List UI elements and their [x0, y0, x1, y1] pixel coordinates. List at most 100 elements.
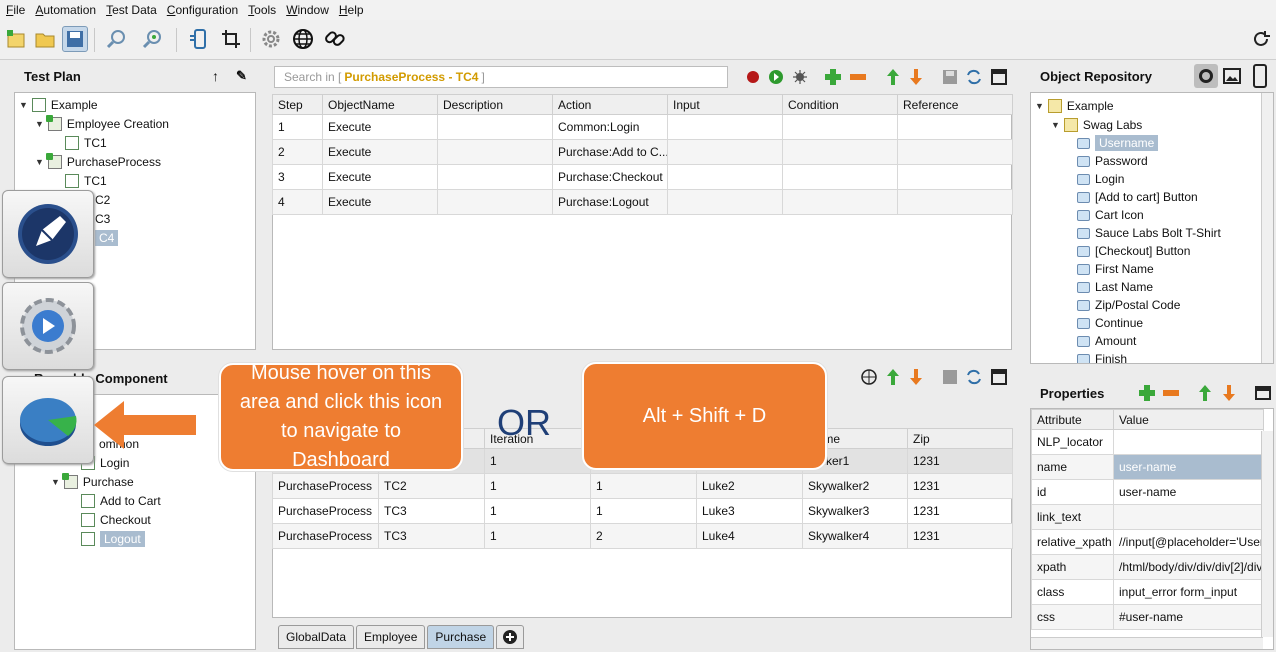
td-move-down-icon[interactable] — [907, 368, 925, 386]
table-row[interactable]: 4 Execute Purchase:Logout — [272, 189, 1013, 215]
image-object-icon[interactable] — [1222, 66, 1242, 86]
prop-down-icon[interactable] — [1220, 384, 1238, 402]
col-input[interactable]: Input — [667, 94, 783, 115]
menu-automation[interactable]: Automation — [35, 3, 96, 17]
col-zip[interactable]: Zip — [907, 428, 1013, 449]
table-row[interactable]: PurchaseProcess TC2 1 1 Luke2 Skywalker2 1231 — [272, 473, 1013, 499]
repo-item-bolt-shirt[interactable]: Sauce Labs Bolt T-Shirt — [1077, 224, 1221, 242]
maximize-icon[interactable] — [990, 68, 1008, 86]
add-step-icon[interactable] — [824, 68, 842, 86]
td-reload-icon[interactable] — [965, 368, 983, 386]
tree-node-tc1-purchase[interactable]: TC1 — [65, 172, 107, 190]
search-input[interactable]: Search in [PurchaseProcess - TC4] — [274, 66, 728, 88]
repo-item-password[interactable]: Password — [1077, 152, 1148, 170]
move-down-icon[interactable] — [907, 68, 925, 86]
table-row[interactable]: class input_error form_input — [1031, 579, 1264, 605]
repo-item-login[interactable]: Login — [1077, 170, 1124, 188]
tree-node-purchaseprocess[interactable]: ▼ PurchaseProcess — [35, 153, 161, 171]
tree-node-tc2[interactable]: C2 — [95, 191, 110, 209]
td-maximize-icon[interactable] — [990, 368, 1008, 386]
tree-node-add-to-cart[interactable]: Add to Cart — [81, 492, 161, 510]
td-move-up-icon[interactable] — [884, 368, 902, 386]
col-action[interactable]: Action — [552, 94, 668, 115]
record-icon[interactable] — [744, 68, 762, 86]
repo-item-username[interactable]: Username — [1077, 134, 1159, 152]
remove-property-icon[interactable] — [1162, 384, 1180, 402]
tree-node-tc3[interactable]: C3 — [95, 210, 110, 228]
col-step[interactable]: Step — [272, 94, 323, 115]
table-row[interactable]: 2 Execute Purchase:Add to C... — [272, 139, 1013, 165]
td-save-icon[interactable] — [941, 368, 959, 386]
menu-tools[interactable]: Tools — [248, 3, 276, 17]
repo-node-example[interactable]: ▼ Example — [1035, 97, 1114, 115]
tree-node-purchase[interactable]: ▼ Purchase — [51, 473, 134, 491]
repo-item-finish[interactable]: Finish — [1077, 350, 1127, 363]
col-condition[interactable]: Condition — [782, 94, 898, 115]
prop-up-icon[interactable] — [1196, 384, 1214, 402]
tree-node-tc4[interactable]: C4 — [95, 229, 119, 247]
dashboard-launcher-button[interactable] — [2, 376, 94, 464]
table-row[interactable]: NLP_locator — [1031, 429, 1264, 455]
repo-scrollbar[interactable] — [1261, 93, 1273, 363]
execution-launcher-button[interactable] — [2, 282, 94, 370]
repo-item-checkout[interactable]: [Checkout] Button — [1077, 242, 1190, 260]
table-row[interactable]: 3 Execute Purchase:Checkout — [272, 164, 1013, 190]
search-icon[interactable] — [104, 26, 130, 52]
properties-hscrollbar[interactable] — [1031, 637, 1263, 649]
design-launcher-button[interactable] — [2, 190, 94, 278]
refresh-icon[interactable] — [1248, 26, 1274, 52]
spy-icon[interactable] — [140, 26, 166, 52]
table-row[interactable]: link_text — [1031, 504, 1264, 530]
save-project-icon[interactable] — [62, 26, 88, 52]
table-row[interactable]: css #user-name — [1031, 604, 1264, 630]
prop-menu-icon[interactable] — [1254, 384, 1272, 402]
table-row[interactable]: id user-name — [1031, 479, 1264, 505]
tab-purchase[interactable]: Purchase — [427, 625, 495, 649]
repo-item-cart-icon[interactable]: Cart Icon — [1077, 206, 1144, 224]
table-row[interactable]: 1 Execute Common:Login — [272, 114, 1013, 140]
open-project-icon[interactable] — [32, 26, 58, 52]
tree-node-logout[interactable]: Logout — [81, 530, 145, 548]
link-icon[interactable] — [322, 26, 348, 52]
move-up-icon[interactable] — [884, 68, 902, 86]
menu-help[interactable]: Help — [339, 3, 364, 17]
globe-icon[interactable] — [290, 26, 316, 52]
add-tab-button[interactable] — [496, 625, 525, 649]
repo-item-add-to-cart[interactable]: [Add to cart] Button — [1077, 188, 1198, 206]
repo-item-continue[interactable]: Continue — [1077, 314, 1143, 332]
reload-icon[interactable] — [965, 68, 983, 86]
repo-node-swag-labs[interactable]: ▼ Swag Labs — [1051, 116, 1142, 134]
properties-scrollbar[interactable] — [1261, 431, 1273, 637]
save-icon[interactable] — [941, 68, 959, 86]
tab-globaldata[interactable]: GlobalData — [278, 625, 355, 649]
arrow-up-icon[interactable]: ↑ — [212, 68, 219, 84]
tab-employee[interactable]: Employee — [356, 625, 426, 649]
repo-item-amount[interactable]: Amount — [1077, 332, 1136, 350]
menu-window[interactable]: Window — [286, 3, 329, 17]
menu-file[interactable]: File — [6, 3, 25, 17]
gear-icon[interactable] — [258, 26, 284, 52]
menu-test-data[interactable]: Test Data — [106, 3, 157, 17]
web-object-icon[interactable] — [1194, 64, 1218, 88]
menu-configuration[interactable]: Configuration — [167, 3, 238, 17]
repo-item-last-name[interactable]: Last Name — [1077, 278, 1153, 296]
play-icon[interactable] — [767, 68, 785, 86]
remove-step-icon[interactable] — [849, 68, 867, 86]
col-description[interactable]: Description — [437, 94, 553, 115]
col-objectname[interactable]: ObjectName — [322, 94, 438, 115]
globe-small-icon[interactable] — [860, 368, 878, 386]
table-row[interactable]: PurchaseProcess TC3 1 2 Luke4 Skywalker4 1231 — [272, 523, 1013, 549]
tree-node-tc1[interactable]: TC1 — [65, 134, 107, 152]
new-project-icon[interactable] — [3, 26, 29, 52]
mobile-icon[interactable] — [186, 26, 212, 52]
table-row[interactable]: PurchaseProcess TC3 1 1 Luke3 Skywalker3 1231 — [272, 498, 1013, 524]
repo-item-zip[interactable]: Zip/Postal Code — [1077, 296, 1180, 314]
tree-node-employee-creation[interactable]: ▼ Employee Creation — [35, 115, 169, 133]
table-row[interactable]: name user-name — [1031, 454, 1264, 480]
tree-node-example[interactable]: ▼ Example — [19, 96, 98, 114]
repo-item-first-name[interactable]: First Name — [1077, 260, 1154, 278]
debug-icon[interactable] — [791, 68, 809, 86]
tree-node-checkout[interactable]: Checkout — [81, 511, 151, 529]
col-reference[interactable]: Reference — [897, 94, 1013, 115]
table-row[interactable]: xpath/html/body/div/div/div[2]/div — [1031, 554, 1264, 580]
